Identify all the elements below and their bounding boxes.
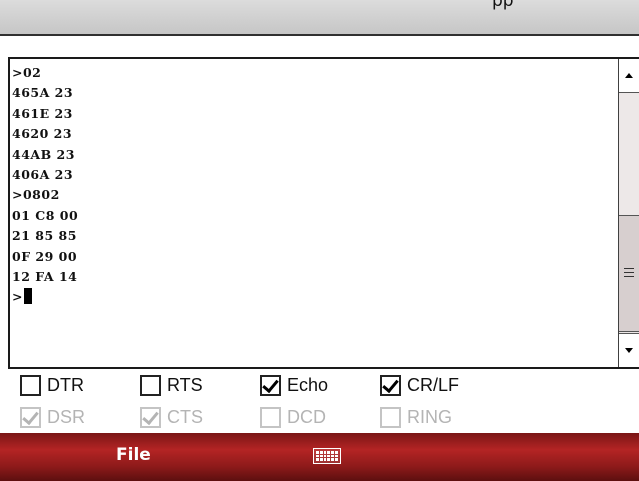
terminal-line: 461E 23 <box>12 105 73 121</box>
terminal-text: >02 465A 23 461E 23 4620 23 44AB 23 406A… <box>12 63 617 308</box>
signal-panel: DTR RTS Echo CR/LF DSR CTS DCD RING <box>0 369 639 433</box>
dcd-indicator: DCD <box>260 403 326 431</box>
terminal-prompt-line[interactable]: > <box>12 287 617 307</box>
terminal-line: 12 FA 14 <box>12 268 78 284</box>
terminal-line: 01 C8 00 <box>12 207 79 223</box>
terminal-line: 21 85 85 <box>12 228 77 244</box>
scrollbar-thumb[interactable] <box>619 215 639 332</box>
terminal-line: >0802 <box>12 187 60 203</box>
crlf-label: CR/LF <box>407 374 460 395</box>
checkmark-icon <box>382 375 399 393</box>
vertical-scrollbar[interactable] <box>618 59 639 367</box>
checkbox-box <box>20 374 41 396</box>
file-menu-button[interactable]: File <box>116 445 151 465</box>
terminal-line: 0F 29 00 <box>12 248 78 264</box>
dsr-label: DSR <box>47 406 86 427</box>
checkmark-icon <box>22 407 39 425</box>
terminal-output[interactable]: >02 465A 23 461E 23 4620 23 44AB 23 406A… <box>8 57 639 369</box>
ring-indicator: RING <box>380 403 452 431</box>
window-title: pp <box>492 0 514 11</box>
checkbox-box <box>380 406 401 428</box>
dcd-label: DCD <box>287 406 326 427</box>
terminal-line: 406A 23 <box>12 166 74 182</box>
checkbox-box <box>260 374 281 396</box>
terminal-line: 4620 23 <box>12 126 73 142</box>
crlf-checkbox[interactable]: CR/LF <box>380 371 459 399</box>
dtr-label: DTR <box>47 374 84 395</box>
terminal-line: >02 <box>12 65 42 80</box>
checkbox-box <box>380 374 401 396</box>
grip-icon <box>624 268 634 277</box>
keyboard-icon[interactable] <box>313 448 341 464</box>
checkbox-box <box>140 374 161 396</box>
ring-label: RING <box>407 406 452 427</box>
echo-checkbox[interactable]: Echo <box>260 371 328 399</box>
rts-checkbox[interactable]: RTS <box>140 371 203 399</box>
rts-label: RTS <box>167 374 203 395</box>
scroll-up-button[interactable] <box>619 59 639 93</box>
arrow-up-icon <box>625 73 633 78</box>
dsr-indicator: DSR <box>20 403 85 431</box>
terminal-prompt: > <box>12 289 23 305</box>
checkbox-box <box>140 406 161 428</box>
terminal-line: 44AB 23 <box>12 146 75 162</box>
menu-bar: File <box>0 433 639 481</box>
scroll-down-button[interactable] <box>619 333 639 367</box>
dtr-checkbox[interactable]: DTR <box>20 371 84 399</box>
echo-label: Echo <box>287 374 329 395</box>
checkbox-box <box>260 406 281 428</box>
cts-indicator: CTS <box>140 403 203 431</box>
text-cursor <box>23 288 32 305</box>
checkbox-box <box>20 406 41 428</box>
cts-label: CTS <box>167 406 203 427</box>
title-bar: pp <box>0 0 639 36</box>
checkmark-icon <box>262 375 279 393</box>
terminal-line: 465A 23 <box>12 85 74 101</box>
scrollbar-track[interactable] <box>619 93 639 215</box>
arrow-down-icon <box>625 348 633 353</box>
checkmark-icon <box>142 407 159 425</box>
